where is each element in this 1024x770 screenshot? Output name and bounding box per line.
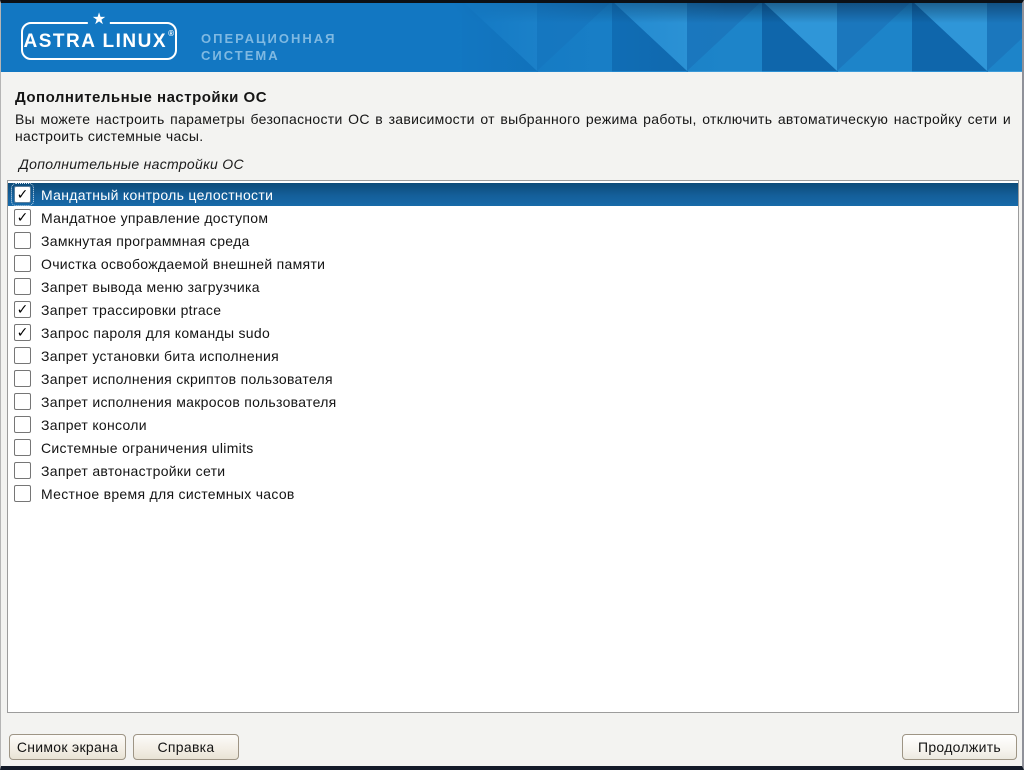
checklist-item[interactable]: Запрет исполнения скриптов пользователя [8, 367, 1018, 390]
checklist-item-label: Запрет исполнения макросов пользователя [41, 394, 337, 410]
checklist-item[interactable]: Запрет консоли [8, 413, 1018, 436]
checklist-item[interactable]: Запрет трассировки ptrace [8, 298, 1018, 321]
checklist-item-label: Мандатное управление доступом [41, 210, 268, 226]
checklist-item[interactable]: Запрет исполнения макросов пользователя [8, 390, 1018, 413]
checklist-item-label: Запрет консоли [41, 417, 147, 433]
installer-window: ★ ASTRA LINUX® ОПЕРАЦИОННАЯ СИСТЕМА Допо… [0, 0, 1024, 770]
checklist-item-label: Запрос пароля для команды sudo [41, 325, 270, 341]
checklist-item[interactable]: Запрет установки бита исполнения [8, 344, 1018, 367]
checklist-item[interactable]: Мандатное управление доступом [8, 206, 1018, 229]
page-title: Дополнительные настройки ОС [15, 89, 267, 106]
checklist-item[interactable]: Запрос пароля для команды sudo [8, 321, 1018, 344]
star-icon: ★ [88, 12, 110, 28]
astra-linux-logo: ★ ASTRA LINUX® [21, 22, 177, 60]
header-banner: ★ ASTRA LINUX® ОПЕРАЦИОННАЯ СИСТЕМА [1, 3, 1022, 72]
checklist-item-label: Запрет исполнения скриптов пользователя [41, 371, 333, 387]
checkbox[interactable] [14, 186, 31, 203]
checkbox[interactable] [14, 393, 31, 410]
checkbox[interactable] [14, 209, 31, 226]
checkbox[interactable] [14, 232, 31, 249]
checklist-item[interactable]: Мандатный контроль целостности [8, 183, 1018, 206]
registered-mark: ® [168, 29, 175, 38]
checklist-item[interactable]: Очистка освобождаемой внешней памяти [8, 252, 1018, 275]
checkbox[interactable] [14, 462, 31, 479]
os-settings-checklist: Мандатный контроль целостности Мандатное… [7, 180, 1019, 713]
continue-button[interactable]: Продолжить [902, 734, 1017, 760]
checkbox[interactable] [14, 255, 31, 272]
logo-text: ASTRA LINUX® [24, 31, 175, 53]
brand-subtitle: ОПЕРАЦИОННАЯ СИСТЕМА [201, 30, 337, 64]
checklist-item-label: Замкнутая программная среда [41, 233, 250, 249]
header-pattern-fade [452, 3, 1022, 72]
checkbox[interactable] [14, 301, 31, 318]
checklist-item[interactable]: Местное время для системных часов [8, 482, 1018, 505]
screenshot-button[interactable]: Снимок экрана [9, 734, 126, 760]
checkbox[interactable] [14, 278, 31, 295]
checklist-item[interactable]: Запрет автонастройки сети [8, 459, 1018, 482]
checklist-item-label: Запрет трассировки ptrace [41, 302, 221, 318]
checklist-item-label: Очистка освобождаемой внешней памяти [41, 256, 325, 272]
checklist-item-label: Мандатный контроль целостности [41, 187, 273, 203]
checklist-item-label: Запрет автонастройки сети [41, 463, 225, 479]
checkbox[interactable] [14, 347, 31, 364]
checklist-item-label: Запрет вывода меню загрузчика [41, 279, 260, 295]
checklist-item-label: Системные ограничения ulimits [41, 440, 254, 456]
checklist-item-label: Запрет установки бита исполнения [41, 348, 279, 364]
checkbox[interactable] [14, 485, 31, 502]
help-button[interactable]: Справка [133, 734, 239, 760]
checkbox[interactable] [14, 370, 31, 387]
page-description: Вы можете настроить параметры безопаснос… [15, 111, 1011, 145]
checkbox[interactable] [14, 416, 31, 433]
section-label: Дополнительные настройки ОС [19, 156, 244, 172]
checklist-item[interactable]: Системные ограничения ulimits [8, 436, 1018, 459]
checklist-item[interactable]: Замкнутая программная среда [8, 229, 1018, 252]
checklist-item-label: Местное время для системных часов [41, 486, 295, 502]
checkbox[interactable] [14, 439, 31, 456]
checklist-item[interactable]: Запрет вывода меню загрузчика [8, 275, 1018, 298]
checkbox[interactable] [14, 324, 31, 341]
